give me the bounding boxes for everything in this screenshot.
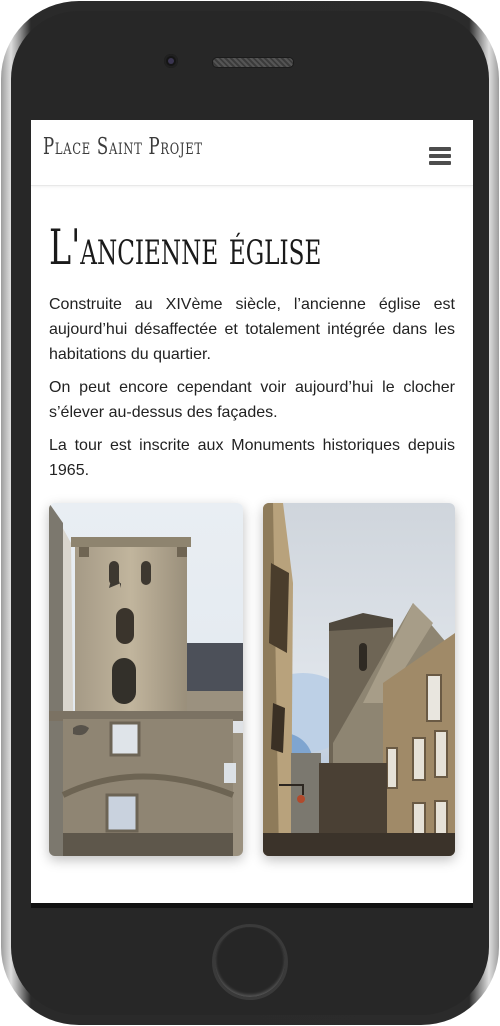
hamburger-menu-icon[interactable] — [429, 147, 451, 165]
device-screen: Place Saint Projet L'ancienne église Con… — [31, 120, 473, 907]
screen-bottom-edge — [31, 903, 473, 908]
speaker-grille — [212, 57, 294, 68]
paragraph-1: Construite au XIVème siècle, l’ancienne … — [49, 296, 455, 363]
paragraph-2: On peut encore cependant voir aujourd’hu… — [49, 379, 455, 421]
navbar: Place Saint Projet — [31, 120, 473, 186]
page-title: L'ancienne église — [49, 219, 322, 276]
bell-tower-image — [49, 503, 243, 856]
main-content: L'ancienne église Construite au XIVème s… — [49, 218, 455, 483]
church-facade-image — [263, 503, 455, 856]
home-button[interactable] — [212, 924, 288, 1000]
photo-gallery — [49, 503, 455, 856]
front-camera-icon — [164, 54, 178, 68]
church-facade-photo[interactable] — [263, 503, 455, 856]
bell-tower-photo[interactable] — [49, 503, 243, 856]
site-brand[interactable]: Place Saint Projet — [43, 134, 203, 160]
paragraph-3: La tour est inscrite aux Monuments histo… — [49, 437, 455, 479]
